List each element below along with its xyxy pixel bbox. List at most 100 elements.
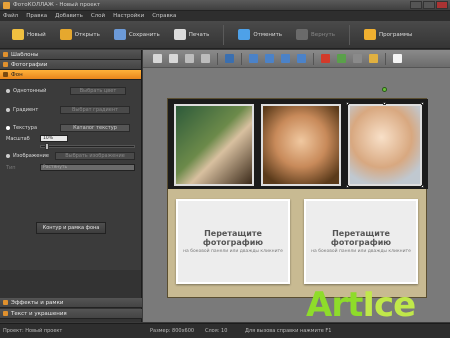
redo-button[interactable]: Вернуть	[296, 29, 335, 40]
menu-file[interactable]: Файл	[3, 13, 18, 19]
photo-smiling-woman[interactable]	[348, 104, 422, 186]
canvas-toolbar-separator	[217, 52, 218, 65]
programs-icon	[363, 29, 376, 40]
texture-option[interactable]: Текстура	[6, 125, 37, 131]
image-radio[interactable]	[6, 154, 10, 158]
menu-help[interactable]: Справка	[152, 13, 176, 19]
solid-label: Однотонный	[13, 88, 47, 94]
redo-icon	[296, 29, 309, 40]
new-icon	[12, 29, 24, 40]
pick-color-button[interactable]: Выбрать цвет	[70, 87, 126, 95]
canvas-toolbar	[143, 50, 450, 68]
gradient-label: Градиент	[13, 107, 39, 113]
menu-settings[interactable]: Настройки	[113, 13, 144, 19]
rotate-right-icon[interactable]	[265, 54, 274, 63]
placeholder-title: Перетащите фотографию	[202, 228, 264, 247]
selection-handle[interactable]	[346, 102, 349, 105]
layer-up-icon[interactable]	[153, 54, 162, 63]
type-select[interactable]: Растянуть	[40, 164, 135, 171]
selection-handle[interactable]	[383, 102, 386, 105]
selection-handle[interactable]	[421, 102, 424, 105]
redo-label: Вернуть	[311, 31, 335, 38]
background-icon	[3, 72, 8, 77]
image-option[interactable]: Изображение	[6, 153, 49, 159]
selection-handle[interactable]	[421, 185, 424, 188]
background-settings: Однотонный Выбрать цвет Градиент Выбрат …	[0, 80, 141, 270]
selection-handle[interactable]	[346, 185, 349, 188]
delete-icon[interactable]	[321, 54, 330, 63]
toolbar-separator	[223, 24, 225, 45]
layer-down-icon[interactable]	[169, 54, 178, 63]
align-icon[interactable]	[225, 54, 234, 63]
menu-bar: Файл Правка Добавить Слой Настройки Спра…	[0, 11, 450, 21]
section-templates[interactable]: Шаблоны	[0, 50, 141, 60]
section-text-label: Текст и украшения	[11, 310, 67, 317]
scale-field[interactable]: 10%	[40, 135, 68, 142]
status-bar: Проект: Новый проект Размер: 800x600 Сло…	[0, 323, 450, 338]
open-folder-icon	[59, 29, 72, 40]
contour-frame-button[interactable]: Контур и рамка фона	[36, 222, 106, 234]
minimize-button[interactable]	[410, 1, 422, 9]
watermark-part2: Ice	[362, 285, 416, 325]
new-label: Новый	[27, 31, 46, 38]
canvas-toolbar-separator	[385, 52, 386, 65]
texture-catalog-button[interactable]: Каталог текстур	[60, 124, 130, 132]
solid-radio[interactable]	[6, 89, 10, 93]
programs-button[interactable]: Программы	[363, 29, 413, 40]
save-icon	[113, 29, 126, 40]
section-background[interactable]: Фон	[0, 70, 141, 80]
save-button[interactable]: Сохранить	[113, 29, 160, 40]
maximize-button[interactable]	[423, 1, 435, 9]
pick-image-button[interactable]: Выбрать изображение	[55, 152, 135, 160]
photo-placeholder[interactable]: Перетащите фотографию на боковой панели …	[176, 199, 290, 284]
placeholder-subtitle: на боковой панели или дважды кликните	[183, 248, 283, 254]
texture-radio[interactable]	[6, 126, 10, 130]
menu-edit[interactable]: Правка	[26, 13, 47, 19]
gradient-option[interactable]: Градиент	[6, 107, 38, 113]
placeholder-subtitle: на боковой панели или дважды кликните	[311, 248, 411, 254]
new-button[interactable]: Новый	[12, 29, 46, 40]
photo-placeholder[interactable]: Перетащите фотографию на боковой панели …	[304, 199, 418, 284]
solid-option[interactable]: Однотонный	[6, 88, 46, 94]
layer-top-icon[interactable]	[185, 54, 194, 63]
photo-girl-window[interactable]	[174, 104, 254, 186]
app-window: ФотоКОЛЛАЖ - Новый проект Файл Правка До…	[0, 0, 450, 338]
close-button[interactable]	[436, 1, 448, 9]
programs-label: Программы	[378, 31, 413, 38]
collage-page[interactable]: Перетащите фотографию на боковой панели …	[167, 87, 428, 298]
gradient-radio[interactable]	[6, 108, 10, 112]
crop-icon[interactable]	[337, 54, 346, 63]
lock-icon[interactable]	[369, 54, 378, 63]
section-effects[interactable]: Эффекты и рамки	[0, 298, 142, 308]
flip-vertical-icon[interactable]	[297, 54, 306, 63]
settings-icon[interactable]	[353, 54, 362, 63]
flip-horizontal-icon[interactable]	[281, 54, 290, 63]
status-project: Проект: Новый проект	[3, 328, 63, 334]
status-size: Размер: 800x600	[150, 328, 195, 334]
scale-slider-thumb[interactable]	[45, 143, 49, 150]
layer-bottom-icon[interactable]	[201, 54, 210, 63]
window-controls	[410, 1, 448, 9]
title-bar: ФотоКОЛЛАЖ - Новый проект	[0, 0, 450, 11]
rotate-handle[interactable]	[382, 87, 387, 92]
open-button[interactable]: Открыть	[59, 29, 100, 40]
rotate-left-icon[interactable]	[249, 54, 258, 63]
effects-icon	[3, 300, 8, 305]
menu-add[interactable]: Добавить	[55, 13, 83, 19]
text-icon	[3, 311, 8, 316]
section-text[interactable]: Текст и украшения	[0, 309, 142, 319]
texture-label: Текстура	[13, 125, 38, 131]
pick-gradient-button[interactable]: Выбрат градиент	[60, 106, 130, 114]
scale-slider[interactable]	[40, 145, 135, 148]
print-button[interactable]: Печать	[173, 29, 209, 40]
photo-woman-face[interactable]	[261, 104, 341, 186]
status-layers: Слоя: 10	[205, 328, 228, 334]
undo-button[interactable]: Отменить	[238, 29, 282, 40]
left-panel: Шаблоны Фотографии Фон Однотонный Выбрат…	[0, 50, 142, 322]
page-icon[interactable]	[393, 54, 402, 63]
main-toolbar: Новый Открыть Сохранить Печать Отменить …	[0, 21, 450, 49]
undo-label: Отменить	[253, 31, 283, 38]
section-photos[interactable]: Фотографии	[0, 60, 141, 70]
menu-layer[interactable]: Слой	[91, 13, 105, 19]
image-label: Изображение	[13, 153, 49, 159]
